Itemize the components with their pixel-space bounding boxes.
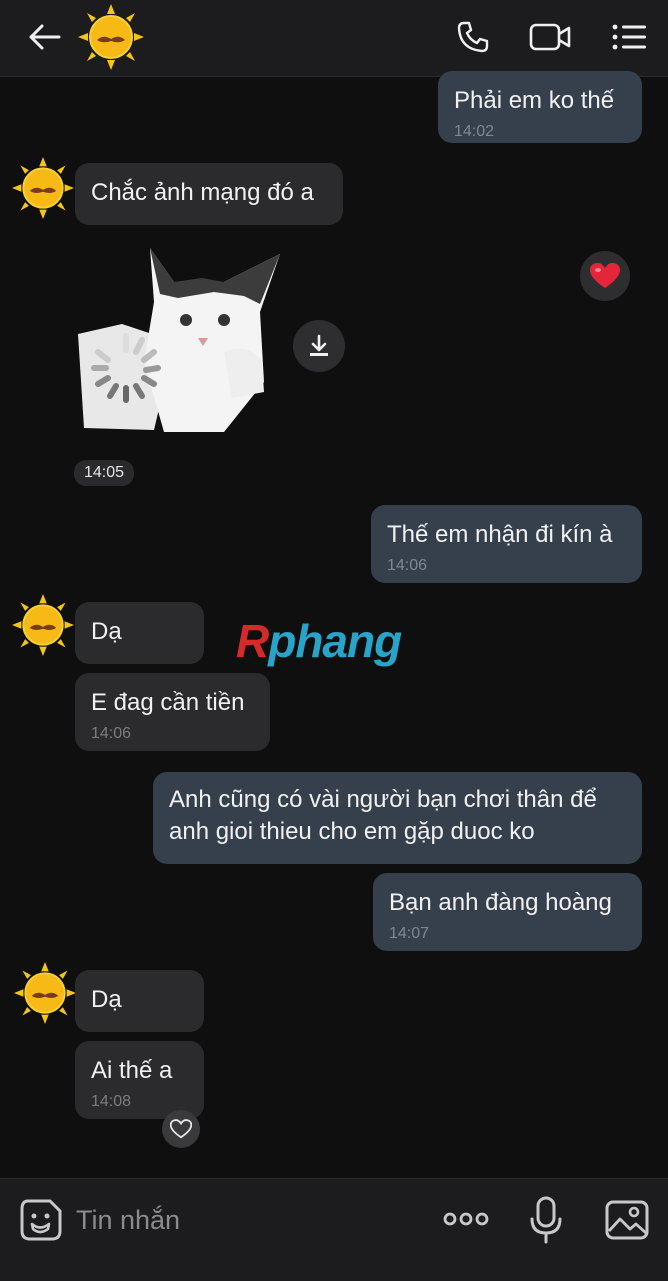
message-time: 14:06: [91, 724, 132, 742]
message-text: Dạ: [91, 618, 122, 645]
sun-mustache-avatar-icon: [14, 962, 76, 1024]
contact-avatar[interactable]: [12, 594, 74, 656]
chat-header: [0, 0, 668, 77]
message-outgoing[interactable]: Thế em nhận đi kín à 14:06: [371, 505, 642, 583]
message-incoming[interactable]: Chắc ảnh mạng đó a: [75, 163, 343, 225]
voice-message-button[interactable]: [526, 1195, 566, 1245]
message-time: 14:08: [91, 1092, 132, 1110]
menu-list-icon: [612, 24, 646, 50]
message-text: E đag cần tiền: [91, 689, 245, 716]
message-time: 14:05: [74, 460, 135, 486]
message-text: Ai thế a: [91, 1057, 173, 1084]
message-time: 14:02: [454, 122, 495, 140]
message-text: Bạn anh đàng hoàng: [389, 889, 612, 916]
contact-avatar[interactable]: [12, 157, 74, 219]
message-text: Chắc ảnh mạng đó a: [91, 179, 314, 206]
message-text: Thế em nhận đi kín à: [387, 521, 613, 548]
microphone-icon: [530, 1196, 562, 1244]
contact-avatar[interactable]: [78, 4, 144, 70]
phone-icon: [457, 21, 489, 53]
heart-icon: [590, 263, 620, 288]
message-input[interactable]: [74, 1199, 378, 1241]
back-button[interactable]: [22, 14, 68, 60]
message-text: Anh cũng có vài người bạn chơi thân để a…: [169, 786, 597, 845]
sun-mustache-avatar-icon: [78, 4, 144, 70]
cat-sticker[interactable]: [74, 242, 284, 437]
message-time: 14:06: [387, 556, 428, 574]
message-list[interactable]: Phải em ko thế 14:02 Chắc ảnh mạng đó a: [0, 71, 668, 1177]
download-button[interactable]: [293, 320, 345, 372]
image-picker-button[interactable]: [604, 1197, 650, 1243]
menu-button[interactable]: [606, 14, 652, 60]
call-button[interactable]: [450, 14, 496, 60]
message-text: Phải em ko thế: [454, 87, 615, 114]
sun-mustache-avatar-icon: [12, 157, 74, 219]
cat-sticker-image: [78, 248, 280, 432]
sun-mustache-avatar-icon: [12, 594, 74, 656]
sticker-button[interactable]: [18, 1197, 64, 1243]
react-heart-button[interactable]: [162, 1110, 200, 1148]
message-outgoing[interactable]: Anh cũng có vài người bạn chơi thân để a…: [153, 772, 642, 864]
message-outgoing[interactable]: Bạn anh đàng hoàng 14:07: [373, 873, 642, 951]
message-time: 14:07: [389, 924, 430, 942]
message-incoming[interactable]: Dạ: [75, 970, 204, 1032]
download-icon: [310, 334, 328, 356]
video-call-button[interactable]: [527, 14, 573, 60]
message-outgoing[interactable]: Phải em ko thế 14:02: [438, 71, 642, 143]
heart-reaction[interactable]: [580, 251, 630, 301]
back-arrow-icon: [29, 24, 61, 50]
more-dots-icon: [443, 1212, 489, 1226]
message-text: Dạ: [91, 986, 122, 1013]
contact-avatar[interactable]: [14, 962, 76, 1024]
message-input-bar: [0, 1178, 668, 1281]
message-incoming[interactable]: Ai thế a 14:08: [75, 1041, 204, 1119]
heart-outline-icon: [170, 1119, 192, 1139]
watermark-logo: Rphang: [236, 615, 402, 667]
more-options-button[interactable]: [440, 1201, 492, 1237]
message-incoming[interactable]: Dạ: [75, 602, 204, 664]
video-icon: [529, 23, 571, 51]
sticker-face-icon: [20, 1199, 62, 1241]
message-incoming[interactable]: E đag cần tiền 14:06: [75, 673, 270, 751]
image-icon: [605, 1200, 649, 1240]
